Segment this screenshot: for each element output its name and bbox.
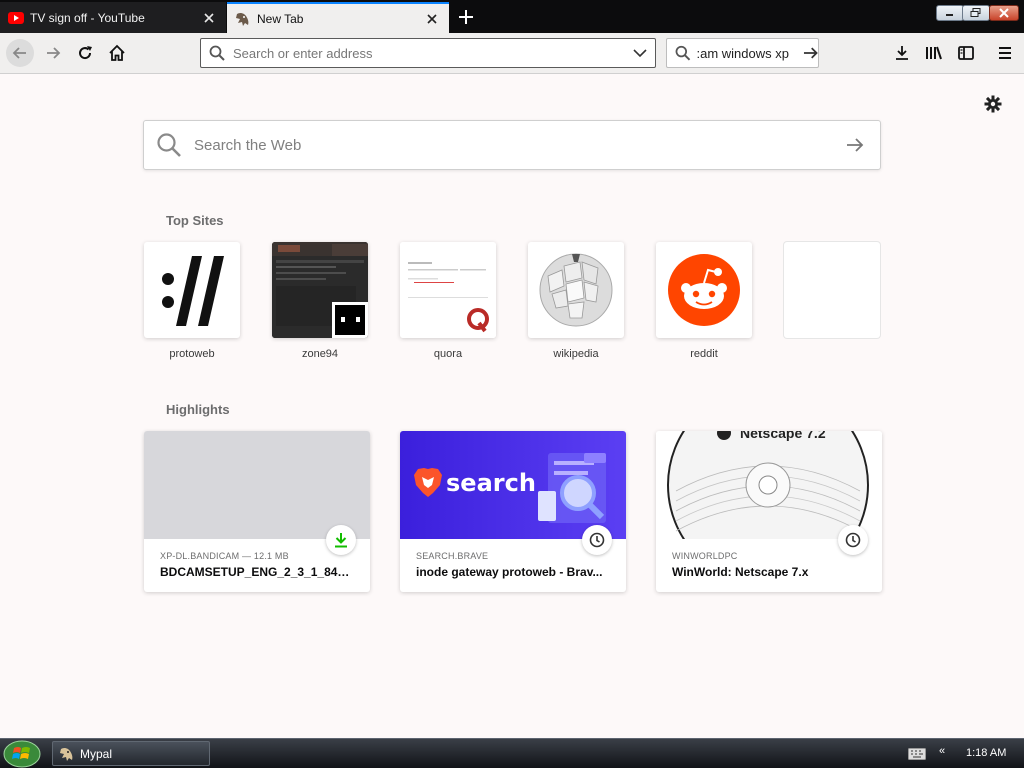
- youtube-icon: [8, 10, 24, 26]
- system-clock[interactable]: 1:18 AM: [966, 747, 1006, 759]
- top-site-empty-slot[interactable]: [784, 242, 880, 348]
- sidebar-button[interactable]: [952, 39, 980, 67]
- search-submit-arrow-icon[interactable]: [846, 137, 864, 153]
- close-tab-icon[interactable]: [423, 10, 441, 28]
- library-button[interactable]: [920, 39, 948, 67]
- highlight-title: inode gateway protoweb - Brav...: [416, 565, 603, 579]
- search-input[interactable]: [696, 45, 799, 61]
- highlight-card-bandicam[interactable]: XP-DL.BANDICAM — 12.1 MB BDCAMSETUP_ENG_…: [144, 431, 370, 592]
- forward-arrow-icon: [47, 47, 61, 59]
- site-tile[interactable]: [656, 242, 752, 338]
- menu-button[interactable]: [991, 39, 1019, 67]
- site-tile[interactable]: [272, 242, 368, 338]
- mypal-icon: [235, 11, 251, 27]
- library-icon: [926, 46, 942, 60]
- downloads-button[interactable]: [888, 39, 916, 67]
- download-icon: [326, 525, 356, 555]
- site-label: zone94: [301, 348, 339, 360]
- tab-strip: TV sign off - YouTube New Tab: [0, 0, 1024, 33]
- site-label: quora: [433, 348, 463, 360]
- protoweb-logo-icon: [162, 256, 224, 326]
- search-icon: [675, 45, 691, 61]
- top-site-reddit[interactable]: reddit: [656, 242, 752, 360]
- chevron-down-icon[interactable]: [633, 48, 647, 58]
- brave-search-wordmark: search: [446, 469, 536, 497]
- home-icon: [109, 44, 125, 61]
- clock-icon: [838, 525, 868, 555]
- search-icon: [157, 133, 181, 157]
- site-tile[interactable]: [400, 242, 496, 338]
- highlight-source: SEARCH.BRAVE: [416, 551, 489, 561]
- search-icon: [209, 45, 225, 61]
- tab-new-tab[interactable]: New Tab: [227, 2, 449, 33]
- site-tile[interactable]: [144, 242, 240, 338]
- hamburger-icon: [999, 47, 1011, 59]
- back-button[interactable]: [6, 39, 34, 67]
- close-tab-icon[interactable]: [200, 9, 218, 27]
- taskbar: Mypal « 1:18 AM: [0, 738, 1024, 768]
- start-button[interactable]: [2, 740, 42, 768]
- highlight-title: WinWorld: Netscape 7.x: [672, 565, 809, 579]
- top-site-quora[interactable]: quora: [400, 242, 496, 360]
- top-sites-heading: Top Sites: [166, 213, 224, 228]
- web-search-box[interactable]: [143, 120, 881, 170]
- wikipedia-globe-icon: [539, 253, 613, 327]
- forward-button[interactable]: [39, 39, 67, 67]
- tab-title: New Tab: [257, 11, 304, 26]
- quora-favicon: [460, 302, 496, 338]
- empty-site-tile[interactable]: [784, 242, 880, 338]
- new-tab-button[interactable]: [452, 4, 480, 30]
- netscape-cd-thumbnail: Netscape 7.2: [656, 431, 882, 539]
- taskbar-item-label: Mypal: [80, 746, 113, 761]
- navigation-toolbar: [0, 33, 1024, 74]
- highlight-card-brave-search[interactable]: search SEARCH.BRAVE inode gateway protow…: [400, 431, 626, 592]
- site-label: protoweb: [169, 348, 215, 360]
- tab-title: TV sign off - YouTube: [30, 10, 145, 25]
- highlight-source: XP-DL.BANDICAM — 12.1 MB: [160, 551, 289, 561]
- reload-icon: [79, 46, 92, 60]
- show-hidden-icons-chevron-icon[interactable]: «: [939, 745, 945, 757]
- top-site-zone94[interactable]: zone94: [272, 242, 368, 360]
- clock-icon: [582, 525, 612, 555]
- sidebar-icon: [958, 46, 974, 60]
- back-arrow-icon: [12, 47, 26, 59]
- download-icon: [896, 46, 908, 60]
- highlight-card-winworld[interactable]: Netscape 7.2 WINWORLDPC WinWorld: Netsca…: [656, 431, 882, 592]
- close-window-button[interactable]: [989, 5, 1019, 21]
- home-button[interactable]: [103, 39, 131, 67]
- tab-youtube[interactable]: TV sign off - YouTube: [0, 2, 226, 33]
- reload-button[interactable]: [71, 39, 99, 67]
- web-search-input[interactable]: [194, 136, 846, 154]
- highlight-title: BDCAMSETUP_ENG_2_3_1_840.E...: [160, 565, 356, 579]
- zone94-favicon: [332, 302, 368, 338]
- brave-search-thumbnail: search: [400, 431, 626, 539]
- mypal-icon: [60, 747, 73, 761]
- top-site-wikipedia[interactable]: wikipedia: [528, 242, 624, 360]
- highlight-thumbnail: [144, 431, 370, 539]
- top-site-protoweb[interactable]: protoweb: [144, 242, 240, 360]
- address-bar[interactable]: [200, 38, 656, 68]
- customize-gear-icon[interactable]: [983, 94, 1003, 114]
- minimize-button[interactable]: [936, 5, 964, 21]
- address-input[interactable]: [233, 45, 633, 61]
- plus-icon: [459, 10, 473, 24]
- search-bar[interactable]: [666, 38, 819, 68]
- highlights-heading: Highlights: [166, 402, 230, 417]
- windows-start-icon: [3, 740, 41, 768]
- netscape-cd-label: Netscape 7.2: [740, 431, 826, 441]
- go-arrow-icon[interactable]: [803, 46, 819, 60]
- site-label: reddit: [690, 348, 718, 360]
- restore-button[interactable]: [962, 5, 990, 21]
- keyboard-icon[interactable]: [908, 747, 926, 760]
- reddit-logo-icon: [668, 254, 740, 326]
- site-label: wikipedia: [553, 348, 599, 360]
- highlight-source: WINWORLDPC: [672, 551, 738, 561]
- taskbar-item-mypal[interactable]: Mypal: [52, 741, 210, 766]
- site-tile[interactable]: [528, 242, 624, 338]
